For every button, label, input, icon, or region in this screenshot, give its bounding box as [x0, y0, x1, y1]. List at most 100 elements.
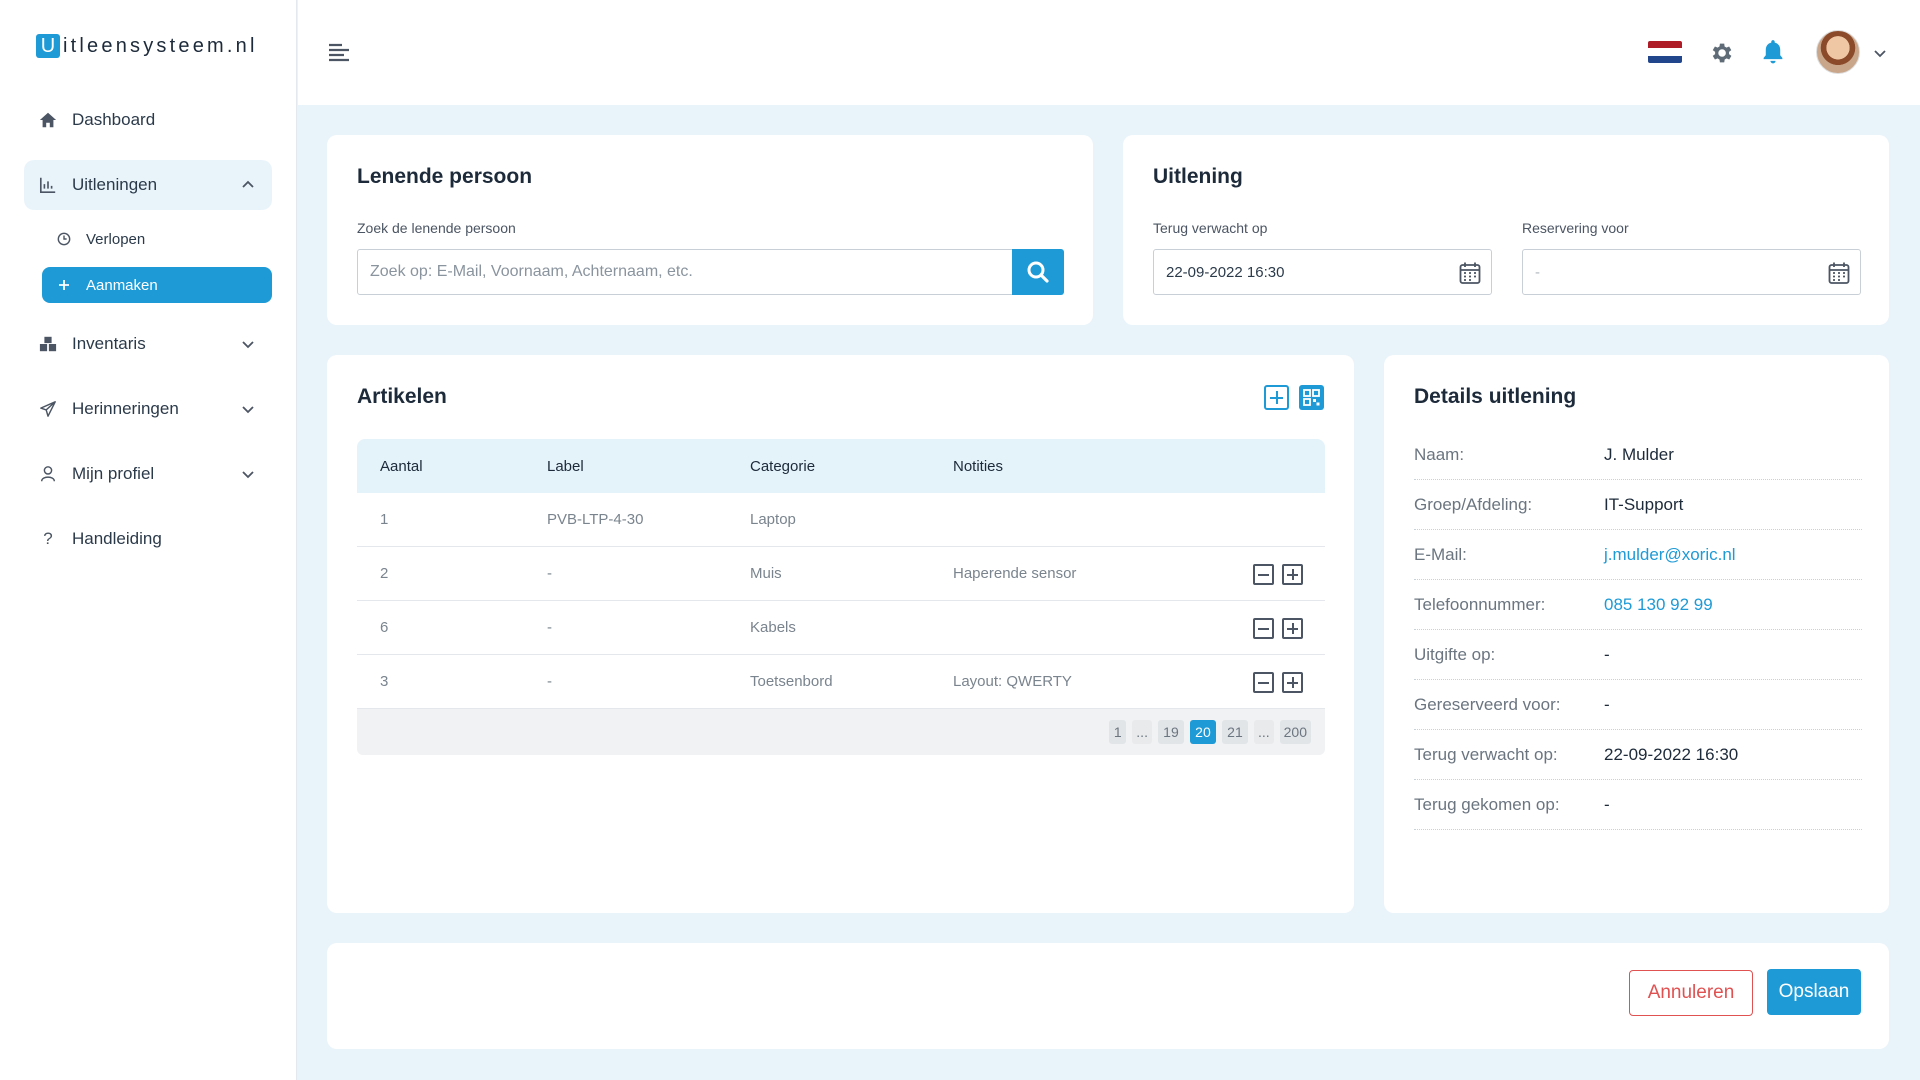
increase-quantity-button[interactable]	[1282, 672, 1303, 693]
cell-categorie: Muis	[750, 565, 782, 582]
sidebar-item-herinneringen[interactable]: Herinneringen	[24, 384, 272, 434]
sidebar: U itleensysteem.nl Dashboard Uitleningen…	[0, 0, 297, 1080]
chevron-down-icon[interactable]	[1872, 45, 1888, 61]
question-icon: ?	[43, 529, 53, 548]
avatar[interactable]	[1816, 30, 1860, 74]
add-article-button[interactable]	[1264, 385, 1289, 410]
cell-label: -	[547, 565, 552, 582]
increase-quantity-button[interactable]	[1282, 618, 1303, 639]
return-date-input[interactable]: 22-09-2022 16:30	[1153, 249, 1492, 295]
calendar-icon[interactable]	[1828, 261, 1850, 285]
detail-label: Uitgifte op:	[1414, 644, 1496, 664]
qr-code-scan-button[interactable]	[1299, 385, 1324, 410]
table-row[interactable]: 3 - Toetsenbord Layout: QWERTY	[357, 655, 1325, 709]
calendar-icon[interactable]	[1459, 261, 1481, 285]
cell-label: -	[547, 619, 552, 636]
sidebar-item-handleiding[interactable]: ? Handleiding	[24, 514, 272, 564]
column-header[interactable]: Categorie	[750, 458, 953, 475]
detail-row-email: E-Mail: j.mulder@xoric.nl	[1414, 530, 1862, 580]
cancel-button[interactable]: Annuleren	[1629, 970, 1753, 1016]
sidebar-item-inventaris[interactable]: Inventaris	[24, 319, 272, 369]
sidebar-item-label: Inventaris	[72, 334, 146, 353]
articles-title: Artikelen	[357, 385, 447, 408]
detail-row-telefoon: Telefoonnummer: 085 130 92 99	[1414, 580, 1862, 630]
reservation-input[interactable]: -	[1522, 249, 1861, 295]
detail-label: E-Mail:	[1414, 544, 1467, 564]
sidebar-item-uitleningen[interactable]: Uitleningen	[24, 160, 272, 210]
decrease-quantity-button[interactable]	[1253, 618, 1274, 639]
decrease-quantity-button[interactable]	[1253, 564, 1274, 585]
borrower-search-input[interactable]: Zoek op: E-Mail, Voornaam, Achternaam, e…	[357, 249, 1013, 295]
chevron-down-icon	[242, 341, 254, 349]
save-button[interactable]: Opslaan	[1767, 969, 1861, 1015]
detail-row-terug-gekomen: Terug gekomen op: -	[1414, 780, 1862, 830]
logo-initial: U	[36, 34, 60, 58]
paper-plane-icon	[38, 399, 58, 419]
boxes-icon	[38, 334, 58, 354]
language-flag-nl-icon[interactable]	[1648, 41, 1682, 63]
detail-label: Telefoonnummer:	[1414, 594, 1546, 614]
page-button[interactable]: 21	[1221, 720, 1248, 744]
chevron-down-icon	[242, 406, 254, 414]
detail-label: Naam:	[1414, 444, 1465, 464]
logo-text: itleensysteem.nl	[63, 34, 258, 57]
return-date-label: Terug verwacht op	[1153, 220, 1268, 236]
actions-card: Annuleren Opslaan	[327, 943, 1889, 1049]
page-button[interactable]: 19	[1157, 720, 1184, 744]
sidebar-item-label: Dashboard	[72, 110, 156, 129]
page-button[interactable]: 200	[1279, 720, 1311, 744]
column-header[interactable]: Notities	[953, 458, 1193, 475]
column-header[interactable]: Label	[547, 458, 750, 475]
loan-details-card: Details uitlening Naam: J. Mulder Groep/…	[1384, 355, 1889, 913]
chevron-down-icon	[242, 471, 254, 479]
pagination: 1 ... 19 20 21 ... 200	[357, 709, 1325, 755]
column-header[interactable]: Aantal	[357, 458, 547, 475]
details-title: Details uitlening	[1414, 385, 1577, 408]
cell-aantal: 6	[380, 619, 389, 636]
reservation-label: Reservering voor	[1522, 220, 1629, 236]
detail-row-gereserveerd: Gereserveerd voor: -	[1414, 680, 1862, 730]
detail-value: -	[1604, 794, 1610, 814]
cell-label: -	[547, 673, 552, 690]
table-header: Aantal Label Categorie Notities	[357, 439, 1325, 493]
table-row[interactable]: 1 PVB-LTP-4-30 Laptop	[357, 493, 1325, 547]
email-link[interactable]: j.mulder@xoric.nl	[1604, 545, 1736, 565]
sidebar-item-dashboard[interactable]: Dashboard	[24, 95, 272, 145]
user-icon	[38, 464, 58, 484]
borrower-card: Lenende persoon Zoek de lenende persoon …	[327, 135, 1093, 325]
menu-toggle-icon[interactable]	[328, 43, 350, 63]
detail-row-uitgifte: Uitgifte op: -	[1414, 630, 1862, 680]
bell-icon[interactable]	[1760, 38, 1786, 66]
detail-row-groep: Groep/Afdeling: IT-Support	[1414, 480, 1862, 530]
loan-title: Uitlening	[1153, 165, 1243, 188]
clock-icon	[56, 232, 72, 246]
sidebar-subitem-verlopen[interactable]: Verlopen	[42, 221, 272, 257]
detail-label: Gereserveerd voor:	[1414, 694, 1561, 714]
detail-value: J. Mulder	[1604, 444, 1674, 464]
sidebar-item-mijn-profiel[interactable]: Mijn profiel	[24, 449, 272, 499]
sidebar-item-label: Handleiding	[72, 529, 162, 548]
increase-quantity-button[interactable]	[1282, 564, 1303, 585]
page-button[interactable]: 1	[1109, 720, 1127, 744]
app-logo[interactable]: U itleensysteem.nl	[36, 34, 258, 58]
sidebar-subitem-aanmaken[interactable]: Aanmaken	[42, 267, 272, 303]
detail-row-naam: Naam: J. Mulder	[1414, 430, 1862, 480]
chevron-up-icon	[242, 180, 254, 188]
search-button[interactable]	[1012, 249, 1064, 295]
detail-value: IT-Support	[1604, 494, 1684, 514]
detail-label: Groep/Afdeling:	[1414, 494, 1533, 514]
decrease-quantity-button[interactable]	[1253, 672, 1274, 693]
cell-label: PVB-LTP-4-30	[547, 511, 644, 528]
page-button-current[interactable]: 20	[1189, 720, 1216, 744]
sidebar-subitem-label: Aanmaken	[86, 276, 158, 294]
table-row[interactable]: 6 - Kabels	[357, 601, 1325, 655]
qr-code-icon	[1303, 389, 1320, 406]
phone-link[interactable]: 085 130 92 99	[1604, 595, 1713, 615]
table-row[interactable]: 2 - Muis Haperende sensor	[357, 547, 1325, 601]
detail-label: Terug verwacht op:	[1414, 744, 1558, 764]
detail-label: Terug gekomen op:	[1414, 794, 1560, 814]
gear-icon[interactable]	[1708, 40, 1734, 66]
cell-categorie: Toetsenbord	[750, 673, 833, 690]
cell-notities: Layout: QWERTY	[953, 673, 1072, 690]
detail-row-terug-verwacht: Terug verwacht op: 22-09-2022 16:30	[1414, 730, 1862, 780]
